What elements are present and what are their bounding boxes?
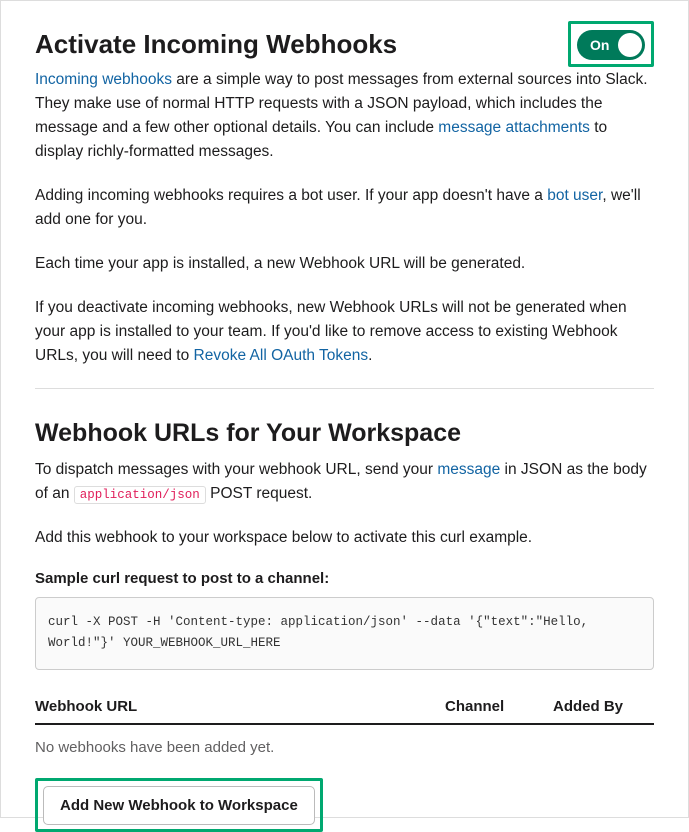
activate-toggle[interactable]: On [577,30,645,60]
add-webhook-button[interactable]: Add New Webhook to Workspace [43,786,315,825]
section-divider [35,388,654,389]
activate-heading: Activate Incoming Webhooks [35,29,397,60]
content-type-code: application/json [74,486,206,504]
urls-heading: Webhook URLs for Your Workspace [35,419,654,448]
webhook-table-header: Webhook URL Channel Added By [35,698,654,725]
message-attachments-link[interactable]: message attachments [438,119,590,136]
toggle-knob [618,33,642,57]
activate-curl-paragraph: Add this webhook to your workspace below… [35,526,654,550]
bot-user-link[interactable]: bot user [547,187,602,204]
dispatch-paragraph: To dispatch messages with your webhook U… [35,458,654,506]
empty-webhooks-message: No webhooks have been added yet. [35,739,654,756]
add-button-highlight: Add New Webhook to Workspace [35,778,323,832]
revoke-tokens-link[interactable]: Revoke All OAuth Tokens [194,347,369,364]
install-paragraph: Each time your app is installed, a new W… [35,252,654,276]
deactivate-paragraph: If you deactivate incoming webhooks, new… [35,296,654,368]
curl-codeblock: curl -X POST -H 'Content-type: applicati… [35,597,654,670]
toggle-highlight: On [568,21,654,67]
incoming-webhooks-link[interactable]: Incoming webhooks [35,71,172,88]
webhooks-panel: Activate Incoming Webhooks On Incoming w… [0,0,689,818]
toggle-label: On [590,37,609,53]
col-added-by: Added By [553,698,654,715]
bot-user-paragraph: Adding incoming webhooks requires a bot … [35,184,654,232]
message-link[interactable]: message [437,461,500,478]
col-channel: Channel [445,698,553,715]
col-webhook-url: Webhook URL [35,698,445,715]
intro-paragraph: Incoming webhooks are a simple way to po… [35,68,654,164]
sample-curl-label: Sample curl request to post to a channel… [35,570,654,587]
